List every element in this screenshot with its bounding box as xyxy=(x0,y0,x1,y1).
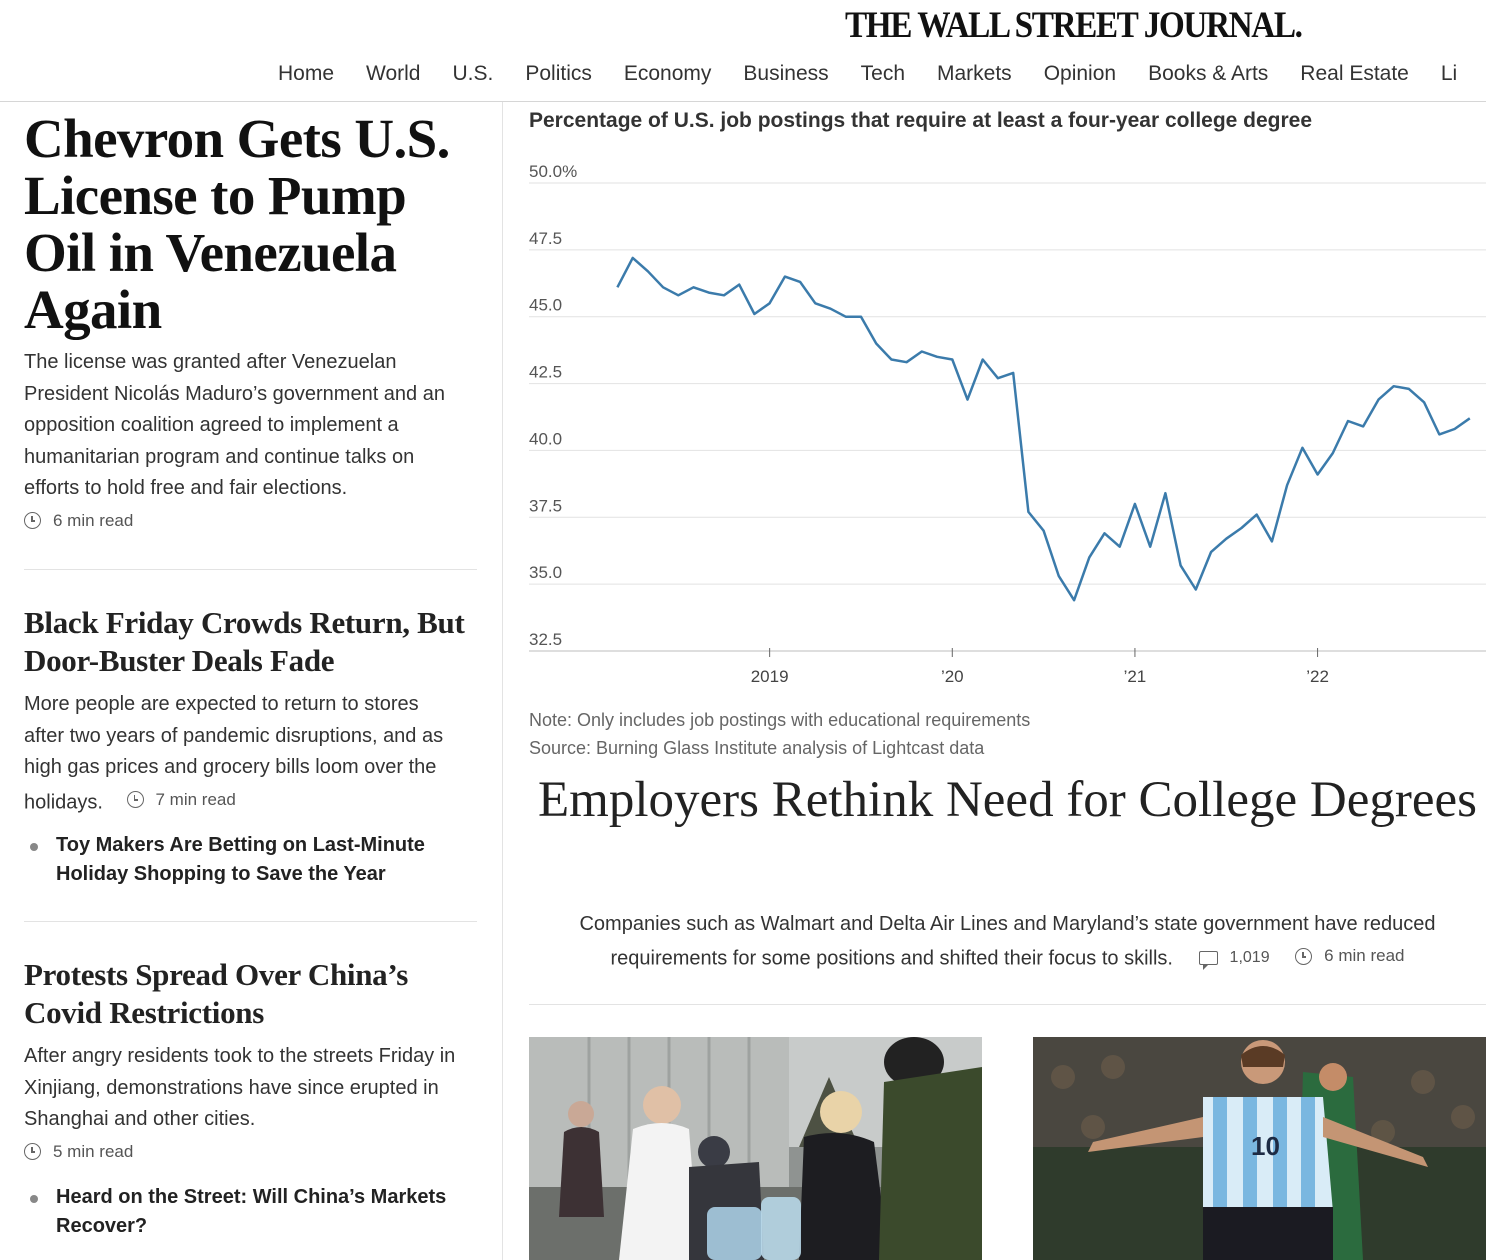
clock-icon xyxy=(1295,947,1313,965)
main-nav: Home World U.S. Politics Economy Busines… xyxy=(262,58,1473,90)
story-divider xyxy=(24,921,477,922)
comment-count-label: 1,019 xyxy=(1229,948,1270,966)
lead-story-headline[interactable]: Chevron Gets U.S. License to Pump Oil in… xyxy=(24,110,477,338)
nav-item-life[interactable]: Li xyxy=(1425,62,1473,86)
lead-story-summary-text: The license was granted after Venezuelan… xyxy=(24,351,445,499)
related-link-label: Heard on the Street: Will China’s Market… xyxy=(56,1186,447,1237)
story-read-time: 7 min read xyxy=(126,784,236,816)
clock-icon xyxy=(24,511,41,529)
svg-text:10: 10 xyxy=(1251,1131,1280,1161)
y-tick-label: 50.0% xyxy=(529,162,577,181)
story-headline-black-friday[interactable]: Black Friday Crowds Return, But Door-Bus… xyxy=(24,604,477,680)
related-link-label: Toy Makers Are Betting on Last-Minute Ho… xyxy=(56,834,425,885)
chart-notes: Note: Only includes job postings with ed… xyxy=(529,706,1030,762)
story-headline-china-protests[interactable]: Protests Spread Over China’s Covid Restr… xyxy=(24,956,477,1032)
world-cup-photo[interactable]: 10 xyxy=(1033,1037,1486,1260)
nav-item-politics[interactable]: Politics xyxy=(509,62,608,86)
y-tick-label: 35.0 xyxy=(529,563,562,582)
feature-summary: Companies such as Walmart and Delta Air … xyxy=(529,908,1486,975)
nav-item-markets[interactable]: Markets xyxy=(921,62,1028,86)
story-summary-text: After angry residents took to the street… xyxy=(24,1045,456,1130)
chart-source: Source: Burning Glass Institute analysis… xyxy=(529,738,985,758)
read-time-label: 5 min read xyxy=(53,1141,134,1161)
lead-story-read-time: 6 min read xyxy=(24,505,133,537)
column-divider xyxy=(502,102,503,1260)
read-time-label: 7 min read xyxy=(155,789,236,809)
story-summary-china-protests: After angry residents took to the street… xyxy=(24,1041,464,1170)
nav-item-opinion[interactable]: Opinion xyxy=(1028,62,1132,86)
masthead: THE WALL STREET JOURNAL. Home World U.S.… xyxy=(0,0,1486,102)
series-line[interactable] xyxy=(616,256,1471,602)
story-summary-black-friday: More people are expected to return to st… xyxy=(24,689,464,818)
comment-icon xyxy=(1198,950,1218,970)
nav-item-world[interactable]: World xyxy=(350,62,436,86)
nav-item-books-arts[interactable]: Books & Arts xyxy=(1132,62,1284,86)
x-tick-label: ’22 xyxy=(1306,667,1329,686)
x-tick-label: 2019 xyxy=(751,667,789,686)
nav-item-tech[interactable]: Tech xyxy=(845,62,921,86)
bullet-icon xyxy=(30,1195,38,1203)
story-read-time: 5 min read xyxy=(24,1136,133,1168)
read-time-label: 6 min read xyxy=(1324,946,1405,965)
related-link-china-markets[interactable]: Heard on the Street: Will China’s Market… xyxy=(24,1183,477,1241)
chart-note: Note: Only includes job postings with ed… xyxy=(529,710,1031,730)
clock-icon xyxy=(126,790,144,808)
feature-read-time: 6 min read xyxy=(1295,940,1404,972)
chart-title: Percentage of U.S. job postings that req… xyxy=(529,109,1313,132)
clock-icon xyxy=(24,1142,41,1160)
nav-item-business[interactable]: Business xyxy=(727,62,844,86)
job-postings-line-chart: 50.0% 47.5 45.0 42.5 40.0 37.5 35.0 32.5 2019 ’20… xyxy=(529,162,1486,686)
related-link-toy-makers[interactable]: Toy Makers Are Betting on Last-Minute Ho… xyxy=(24,831,477,889)
y-tick-label: 32.5 xyxy=(529,630,562,649)
y-tick-label: 42.5 xyxy=(529,363,562,382)
nav-item-us[interactable]: U.S. xyxy=(437,62,510,86)
nav-item-home[interactable]: Home xyxy=(262,62,350,86)
comment-count[interactable]: 1,019 xyxy=(1198,942,1270,974)
ukraine-water-photo[interactable] xyxy=(529,1037,982,1260)
story-divider xyxy=(24,569,477,570)
section-divider xyxy=(529,1004,1486,1005)
y-tick-label: 37.5 xyxy=(529,496,562,515)
y-tick-label: 47.5 xyxy=(529,229,562,248)
y-tick-label: 45.0 xyxy=(529,296,562,315)
wsj-logo[interactable]: THE WALL STREET JOURNAL. xyxy=(845,4,1303,47)
bullet-icon xyxy=(30,843,38,851)
nav-item-real-estate[interactable]: Real Estate xyxy=(1284,62,1425,86)
y-tick-label: 40.0 xyxy=(529,429,562,448)
lead-story-summary: The license was granted after Venezuelan… xyxy=(24,347,464,539)
x-tick-label: ’21 xyxy=(1124,667,1147,686)
nav-item-economy[interactable]: Economy xyxy=(608,62,728,86)
read-time-label: 6 min read xyxy=(53,510,134,530)
feature-headline[interactable]: Employers Rethink Need for College Degre… xyxy=(529,770,1486,830)
x-tick-label: ’20 xyxy=(941,667,964,686)
